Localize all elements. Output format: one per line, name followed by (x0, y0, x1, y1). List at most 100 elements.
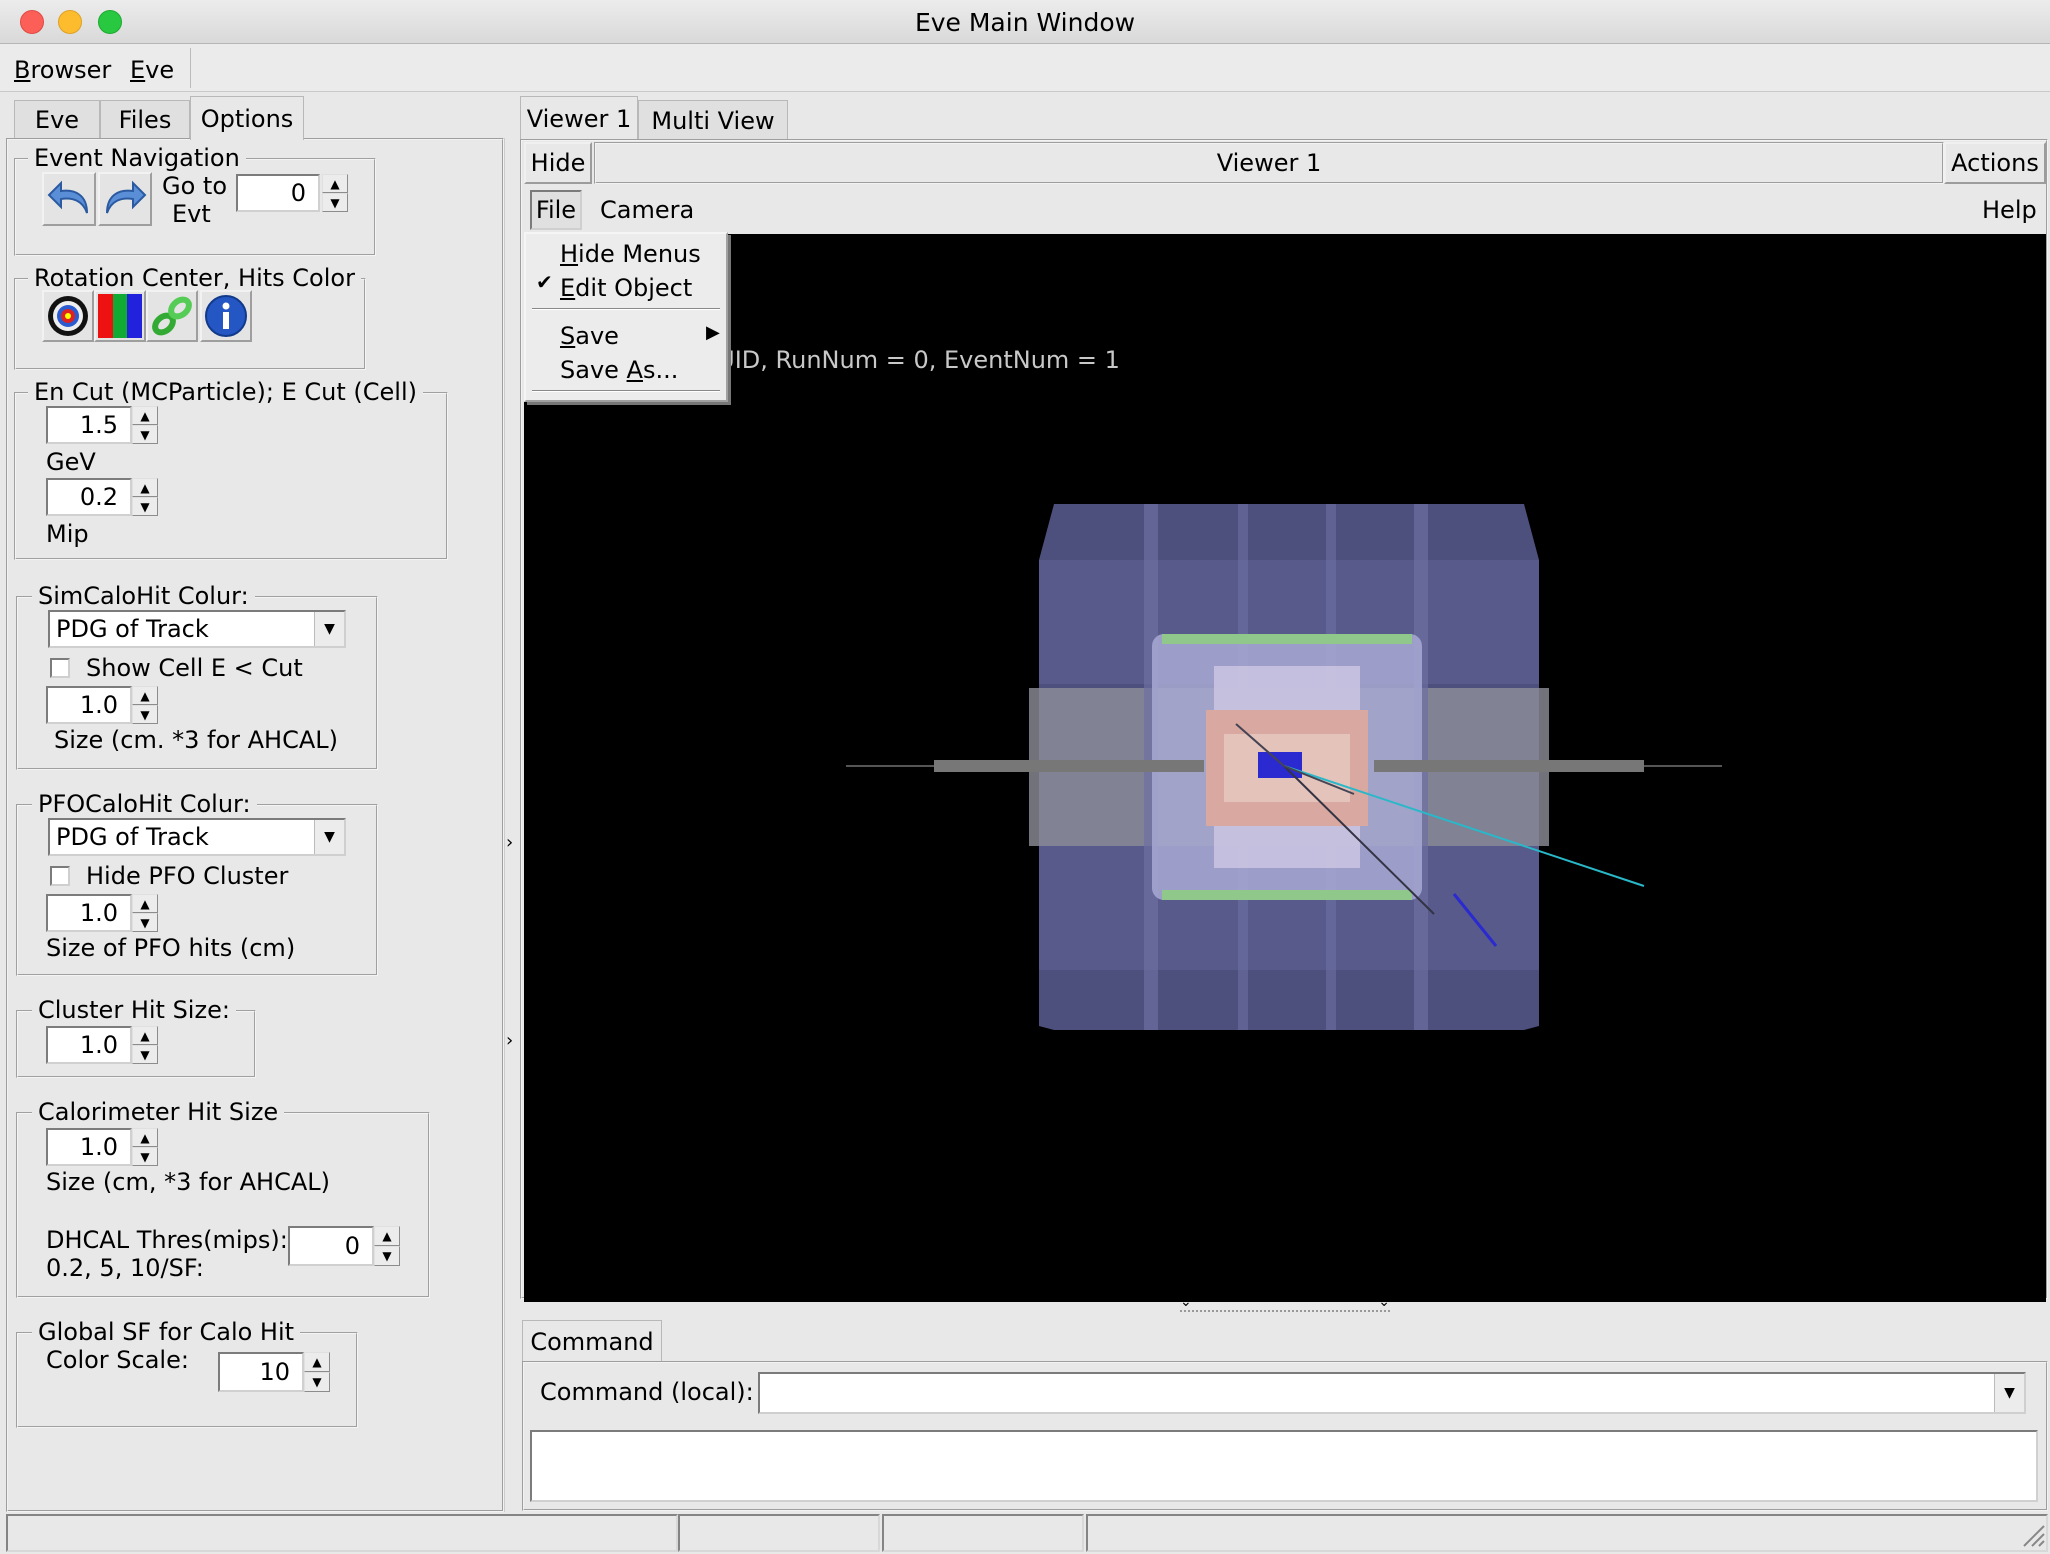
up-arrow-icon[interactable]: ▲ (374, 1226, 400, 1246)
simcalohit-legend: SimCaloHit Colur: (32, 584, 255, 608)
menu-separator (532, 308, 720, 310)
simcalohit-size-label: Size (cm. *3 for AHCAL) (54, 726, 338, 754)
vertex-detector (1258, 752, 1302, 778)
menu-item-edit-object[interactable]: Edit Object (560, 276, 692, 300)
hide-viewer-button[interactable]: Hide (524, 142, 592, 184)
forward-beam-right (1374, 760, 1644, 772)
event-navigation-legend: Event Navigation (28, 146, 246, 170)
chevron-down-icon[interactable]: ⌄ (1378, 1294, 1390, 1310)
next-event-button[interactable] (98, 172, 152, 226)
up-arrow-icon[interactable]: ▲ (132, 1128, 158, 1147)
dhcal-threshold-input[interactable]: 0 (288, 1226, 374, 1266)
menu-eve[interactable]: Eve (130, 58, 174, 82)
simcalohit-colour-select[interactable]: PDG of Track ▼ (48, 610, 346, 648)
horizontal-splitter[interactable]: ⌄ ⌄ (1180, 1294, 1390, 1312)
link-button[interactable] (146, 290, 198, 342)
chevron-down-icon[interactable]: ▼ (1994, 1374, 2024, 1412)
checkmark-icon: ✔ (536, 270, 553, 294)
tab-options[interactable]: Options (190, 96, 304, 140)
window-title: Eve Main Window (914, 8, 1136, 37)
submenu-arrow-icon: ▶ (706, 322, 720, 343)
dhcal-threshold-stepper[interactable]: ▲ ▼ (374, 1226, 400, 1266)
up-arrow-icon[interactable]: ▲ (322, 174, 348, 193)
down-arrow-icon[interactable]: ▼ (132, 497, 158, 516)
menu-item-save-as[interactable]: Save As... (560, 358, 678, 382)
command-local-label: Command (local): (540, 1378, 754, 1406)
color-scale-stepper[interactable]: ▲ ▼ (304, 1352, 330, 1392)
status-bar-section (678, 1514, 880, 1552)
show-cell-e-checkbox[interactable] (50, 658, 70, 678)
pfo-hit-size-label: Size of PFO hits (cm) (46, 934, 296, 962)
previous-event-button[interactable] (42, 172, 96, 226)
cell-energy-cut-stepper[interactable]: ▲ ▼ (132, 478, 158, 516)
down-arrow-icon[interactable]: ▼ (132, 913, 158, 932)
calorimeter-hit-size-stepper[interactable]: ▲ ▼ (132, 1128, 158, 1166)
gl-viewer-canvas[interactable]: DRUID, RunNum = 0, EventNum = 1 (524, 234, 2046, 1302)
cluster-hit-size-input[interactable]: 1.0 (46, 1026, 132, 1064)
mcparticle-energy-cut-stepper[interactable]: ▲ ▼ (132, 406, 158, 444)
viewer-menu-camera[interactable]: Camera (600, 198, 694, 222)
pfo-hit-size-input[interactable]: 1.0 (46, 894, 132, 932)
up-arrow-icon[interactable]: ▲ (132, 686, 158, 705)
menu-item-save[interactable]: Save (560, 324, 619, 348)
event-number-stepper[interactable]: ▲ ▼ (322, 174, 348, 212)
menu-browser[interactable]: Browser (14, 58, 111, 82)
tab-command[interactable]: Command (522, 1320, 662, 1362)
down-arrow-icon[interactable]: ▼ (132, 1045, 158, 1064)
up-arrow-icon[interactable]: ▲ (132, 406, 158, 425)
rotation-center-button[interactable] (42, 290, 94, 342)
simcalohit-size-input[interactable]: 1.0 (46, 686, 132, 724)
info-button[interactable] (200, 290, 252, 342)
cluster-hit-size-stepper[interactable]: ▲ ▼ (132, 1026, 158, 1064)
down-arrow-icon[interactable]: ▼ (304, 1372, 330, 1392)
chevron-down-icon[interactable]: ⌄ (1180, 1294, 1192, 1310)
up-arrow-icon[interactable]: ▲ (304, 1352, 330, 1372)
resize-grip-icon[interactable] (2020, 1522, 2046, 1548)
info-icon (205, 295, 247, 337)
cluster-hit-size-legend: Cluster Hit Size: (32, 998, 236, 1022)
tab-multi-view[interactable]: Multi View (638, 100, 788, 140)
simcalohit-size-stepper[interactable]: ▲ ▼ (132, 686, 158, 724)
up-arrow-icon[interactable]: ▲ (132, 478, 158, 497)
cell-energy-cut-input[interactable]: 0.2 (46, 478, 132, 516)
down-arrow-icon[interactable]: ▼ (132, 425, 158, 444)
event-number-input[interactable]: 0 (236, 174, 320, 212)
tab-files[interactable]: Files (100, 100, 190, 138)
down-arrow-icon[interactable]: ▼ (132, 1147, 158, 1166)
forward-beam-left (934, 760, 1204, 772)
global-sf-legend: Global SF for Calo Hit (32, 1320, 301, 1344)
detector-display (846, 504, 1722, 1030)
up-arrow-icon[interactable]: ▲ (132, 894, 158, 913)
viewer-menu-help[interactable]: Help (1982, 198, 2037, 222)
tab-viewer-1[interactable]: Viewer 1 (520, 96, 638, 140)
cell-energy-unit: Mip (46, 520, 89, 548)
down-arrow-icon[interactable]: ▼ (374, 1246, 400, 1266)
vertical-splitter[interactable]: › › (504, 138, 518, 1512)
status-bar-section (1086, 1514, 2048, 1552)
viewer-menu-file[interactable]: File (530, 190, 582, 230)
tab-eve[interactable]: Eve (14, 100, 100, 138)
up-arrow-icon[interactable]: ▲ (132, 1026, 158, 1045)
dhcal-threshold-label-2: 0.2, 5, 10/SF: (46, 1254, 204, 1282)
pfo-hit-size-stepper[interactable]: ▲ ▼ (132, 894, 158, 932)
mcparticle-energy-cut-input[interactable]: 1.5 (46, 406, 132, 444)
chevron-right-icon[interactable]: › (506, 832, 513, 853)
down-arrow-icon[interactable]: ▼ (322, 193, 348, 212)
hits-color-button[interactable] (94, 290, 146, 342)
actions-button[interactable]: Actions (1944, 142, 2046, 184)
hide-pfo-cluster-checkbox[interactable] (50, 866, 70, 886)
pfocalohit-colour-select[interactable]: PDG of Track ▼ (48, 818, 346, 856)
goto-event-label-2: Evt (172, 200, 211, 228)
chevron-down-icon[interactable]: ▼ (314, 820, 344, 854)
color-scale-input[interactable]: 10 (218, 1352, 304, 1392)
command-input[interactable]: ▼ (758, 1372, 2026, 1414)
down-arrow-icon[interactable]: ▼ (132, 705, 158, 724)
pfocalohit-colour-value: PDG of Track (56, 823, 209, 851)
status-bar-section (882, 1514, 1084, 1552)
chevron-right-icon[interactable]: › (506, 1030, 513, 1051)
menu-item-hide-menus[interactable]: Hide Menus (560, 242, 701, 266)
chevron-down-icon[interactable]: ▼ (314, 612, 344, 646)
calorimeter-hit-size-input[interactable]: 1.0 (46, 1128, 132, 1166)
command-output (530, 1430, 2038, 1502)
file-menu-popup: Hide Menus ✔ Edit Object Save ▶ Save As.… (524, 232, 728, 402)
